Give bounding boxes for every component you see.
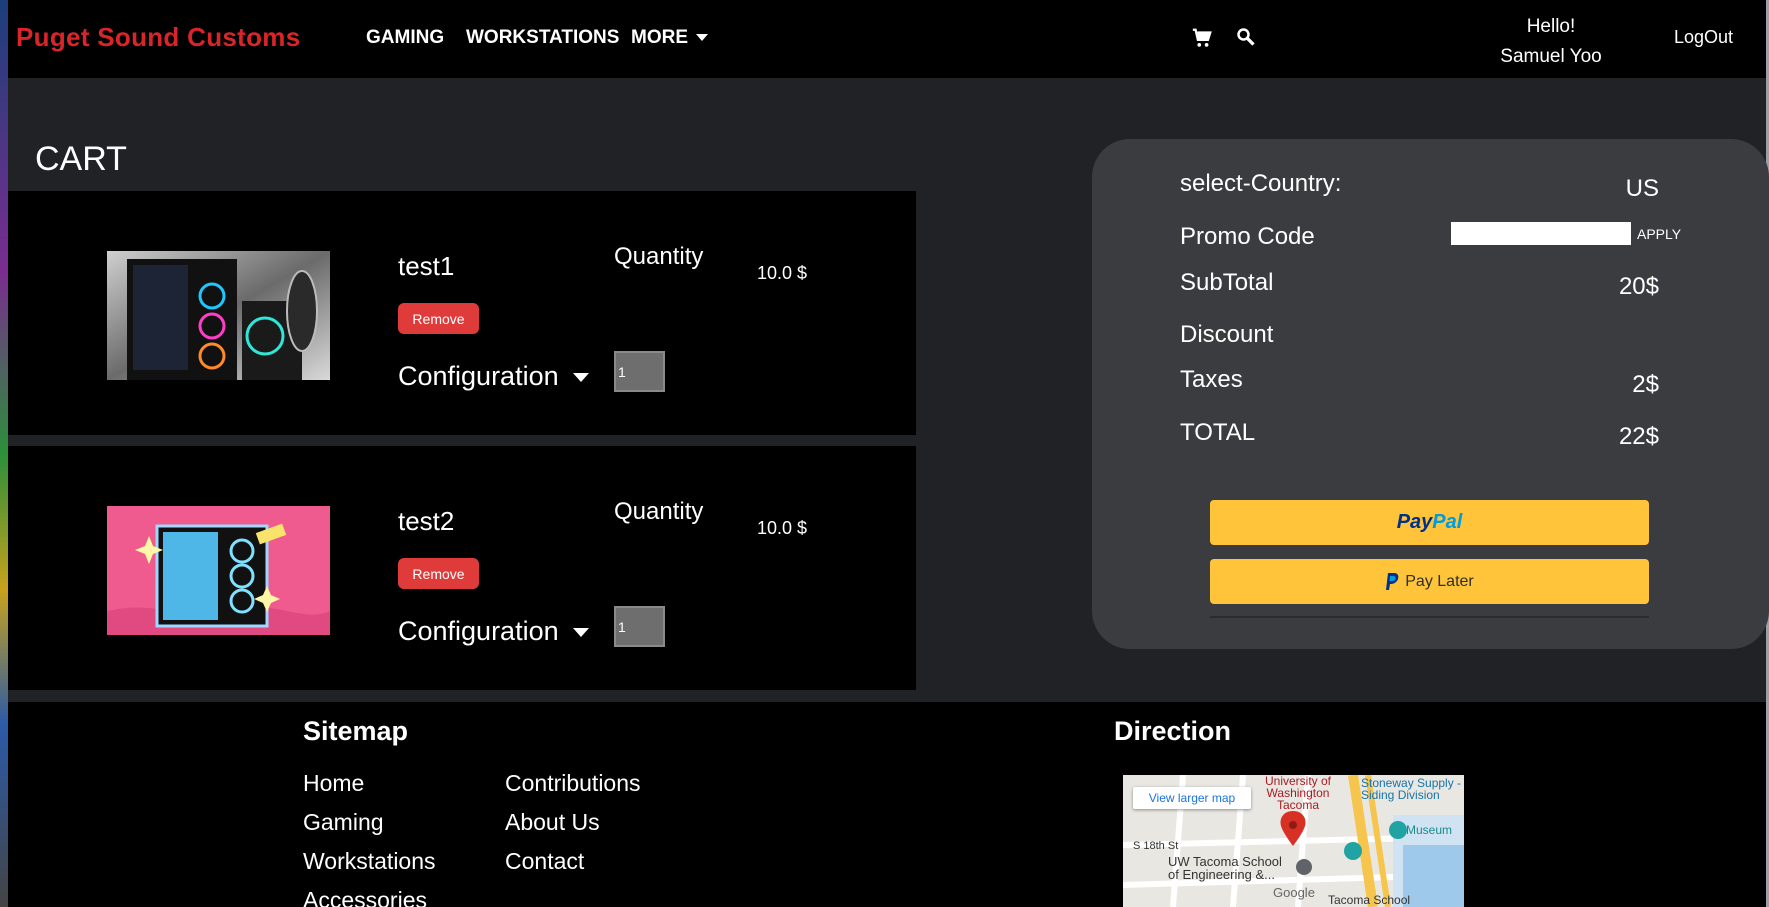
footer-link-contributions[interactable]: Contributions xyxy=(505,770,641,797)
footer-link-contact[interactable]: Contact xyxy=(505,848,584,875)
total-label: TOTAL xyxy=(1180,419,1256,446)
paypal-p-icon xyxy=(1386,573,1399,590)
country-select[interactable]: US xyxy=(1626,175,1659,203)
embedded-map[interactable]: View larger map University of Washington… xyxy=(1123,775,1464,907)
map-label: S 18th St xyxy=(1133,840,1179,852)
taxes-value: 2$ xyxy=(1632,371,1659,398)
desktop-strip xyxy=(0,0,8,907)
quantity-label: Quantity xyxy=(614,498,704,525)
chevron-down-icon xyxy=(696,34,708,42)
user-name: Samuel Yoo xyxy=(1500,46,1602,67)
apply-button[interactable]: APPLY xyxy=(1637,226,1681,242)
map-label: Tacoma School xyxy=(1328,893,1411,907)
total-value: 22$ xyxy=(1618,423,1659,450)
order-summary-panel: select-Country: US Promo Code APPLY SubT… xyxy=(1092,139,1769,649)
item-name: test2 xyxy=(398,506,455,536)
paypal-button[interactable]: PayPal xyxy=(1210,500,1649,545)
remove-button[interactable]: Remove xyxy=(398,303,479,334)
google-logo: Google xyxy=(1273,885,1315,900)
item-price: 10.0 $ xyxy=(757,263,808,283)
nav-gaming[interactable]: GAMING xyxy=(366,27,444,49)
user-greeting: Hello! Samuel Yoo xyxy=(1491,12,1611,72)
discount-label: Discount xyxy=(1180,321,1274,348)
nav-more-label: MORE xyxy=(631,27,688,48)
configuration-label: Configuration xyxy=(398,616,559,646)
view-larger-map-link[interactable]: View larger map xyxy=(1133,787,1251,809)
brand-logo[interactable]: Puget Sound Customs xyxy=(16,22,300,53)
remove-button[interactable]: Remove xyxy=(398,558,479,589)
navbar: Puget Sound Customs GAMING WORKSTATIONS … xyxy=(8,0,1766,78)
item-name: test1 xyxy=(398,251,455,281)
cart-icon[interactable] xyxy=(1191,27,1213,54)
map-label: Museum xyxy=(1406,823,1453,837)
paypal-pay-text: Pay xyxy=(1396,511,1433,533)
configuration-dropdown[interactable]: Configuration xyxy=(398,616,589,647)
cart-item: test1 Remove Configuration Quantity 10.0… xyxy=(8,191,916,435)
pay-later-button[interactable]: Pay Later xyxy=(1210,559,1649,604)
quantity-input[interactable] xyxy=(614,351,665,392)
chevron-down-icon xyxy=(572,373,589,383)
nav-workstations[interactable]: WORKSTATIONS xyxy=(466,27,619,49)
direction-title: Direction xyxy=(1114,716,1232,746)
promo-label: Promo Code xyxy=(1180,223,1315,250)
subtotal-label: SubTotal xyxy=(1180,269,1274,296)
footer-link-workstations[interactable]: Workstations xyxy=(303,848,436,875)
logout-link[interactable]: LogOut xyxy=(1674,27,1733,48)
configuration-label: Configuration xyxy=(398,361,559,391)
country-label: select-Country: xyxy=(1180,170,1342,197)
product-image xyxy=(107,506,330,635)
item-price: 10.0 $ xyxy=(757,518,808,538)
paypal-pal-text: Pal xyxy=(1432,511,1463,533)
taxes-label: Taxes xyxy=(1180,366,1243,393)
quantity-input[interactable] xyxy=(614,606,665,647)
configuration-dropdown[interactable]: Configuration xyxy=(398,361,589,392)
footer-link-gaming[interactable]: Gaming xyxy=(303,809,384,836)
footer-link-accessories[interactable]: Accessories xyxy=(303,887,427,907)
promo-code-input[interactable] xyxy=(1451,222,1631,245)
pay-later-label: Pay Later xyxy=(1405,572,1474,590)
greeting-text: Hello! xyxy=(1526,16,1576,37)
map-label: UW Tacoma School of Engineering &... xyxy=(1168,854,1282,882)
subtotal-value: 20$ xyxy=(1618,273,1659,300)
footer: Sitemap Home Gaming Workstations Accesso… xyxy=(8,702,1766,907)
search-icon[interactable] xyxy=(1236,27,1256,52)
nav-more[interactable]: MORE xyxy=(631,27,708,49)
page-title: CART xyxy=(35,140,127,178)
paypal-logo: PayPal xyxy=(1397,511,1463,534)
divider xyxy=(1210,616,1649,618)
footer-link-home[interactable]: Home xyxy=(303,770,364,797)
quantity-label: Quantity xyxy=(614,243,704,270)
chevron-down-icon xyxy=(572,628,589,638)
footer-link-about-us[interactable]: About Us xyxy=(505,809,600,836)
pay-later-content: Pay Later xyxy=(1385,572,1474,591)
cart-item: test2 Remove Configuration Quantity 10.0… xyxy=(8,446,916,690)
map-label: Stoneway Supply - Siding Division xyxy=(1361,776,1462,802)
map-label: University of Washington Tacoma xyxy=(1264,775,1332,812)
product-image xyxy=(107,251,330,380)
sitemap-title: Sitemap xyxy=(303,716,409,746)
